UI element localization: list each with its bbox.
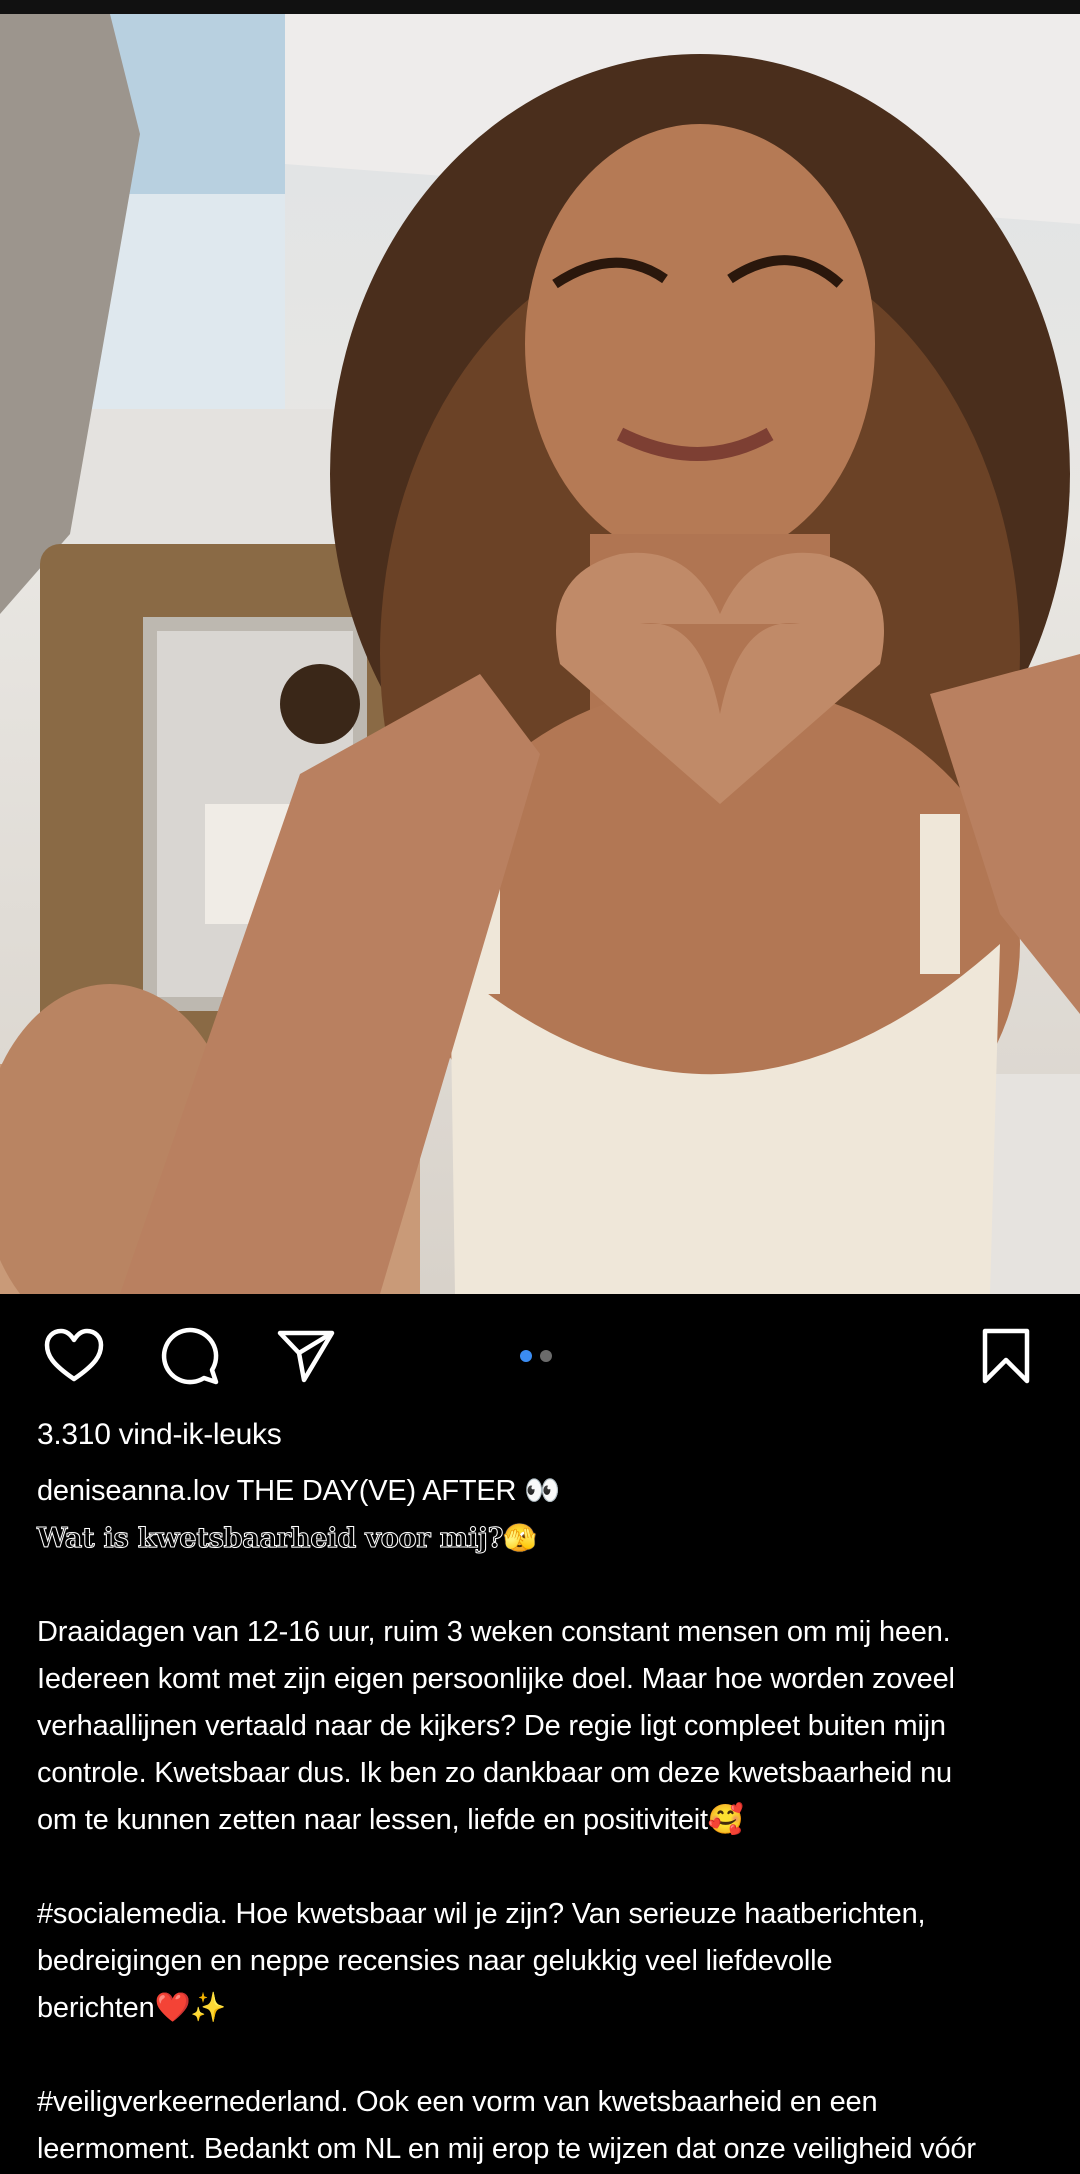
caption-line: om te kunnen zetten naar lessen, liefde …	[37, 1804, 744, 1836]
carousel-dot	[540, 1350, 552, 1362]
post-photo-illustration	[0, 14, 1080, 1294]
likes-count[interactable]: 3.310 vind-ik-leuks	[37, 1418, 282, 1452]
send-icon	[277, 1330, 335, 1383]
like-button[interactable]	[42, 1324, 106, 1388]
caption-line: #socialemedia. Hoe kwetsbaar wil je zijn…	[37, 1898, 926, 1930]
caption-line: controle. Kwetsbaar dus. Ik ben zo dankb…	[37, 1757, 952, 1789]
caption-line: Iedereen komt met zijn eigen persoonlijk…	[37, 1663, 955, 1695]
comment-icon	[161, 1327, 219, 1385]
post-actions-bar	[0, 1294, 1080, 1414]
caption-line: verhaallijnen vertaald naar de kijkers? …	[37, 1710, 946, 1742]
comment-button[interactable]	[158, 1324, 222, 1388]
caption-line: berichten❤️✨	[37, 1992, 227, 2024]
face	[525, 124, 875, 564]
carousel-dot-active	[520, 1350, 532, 1362]
heart-icon	[44, 1328, 104, 1382]
post-caption: deniseanna.lov THE DAY(VE) AFTER 👀 Wat i…	[37, 1468, 1047, 2173]
caption-first-line: deniseanna.lov THE DAY(VE) AFTER 👀	[37, 1468, 1047, 1515]
share-button[interactable]	[274, 1324, 338, 1388]
caption-title: THE DAY(VE) AFTER 👀	[229, 1475, 561, 1507]
save-button[interactable]	[974, 1324, 1038, 1388]
status-bar	[0, 0, 1080, 14]
bookmark-icon	[982, 1328, 1030, 1384]
caption-line: leermoment. Bedankt om NL en mij erop te…	[37, 2133, 976, 2165]
caption-line: #veiligverkeernederland. Ook een vorm va…	[37, 2086, 878, 2118]
caption-styled-line: Wat is kwetsbaarheid voor mij?🫣	[37, 1523, 538, 1555]
caption-line: Draaidagen van 12-16 uur, ruim 3 weken c…	[37, 1616, 951, 1648]
caption-line: bedreigingen en neppe recensies naar gel…	[37, 1945, 833, 1977]
post-photo[interactable]	[0, 14, 1080, 1294]
carousel-indicator	[520, 1350, 552, 1362]
caption-username[interactable]: deniseanna.lov	[37, 1475, 230, 1507]
